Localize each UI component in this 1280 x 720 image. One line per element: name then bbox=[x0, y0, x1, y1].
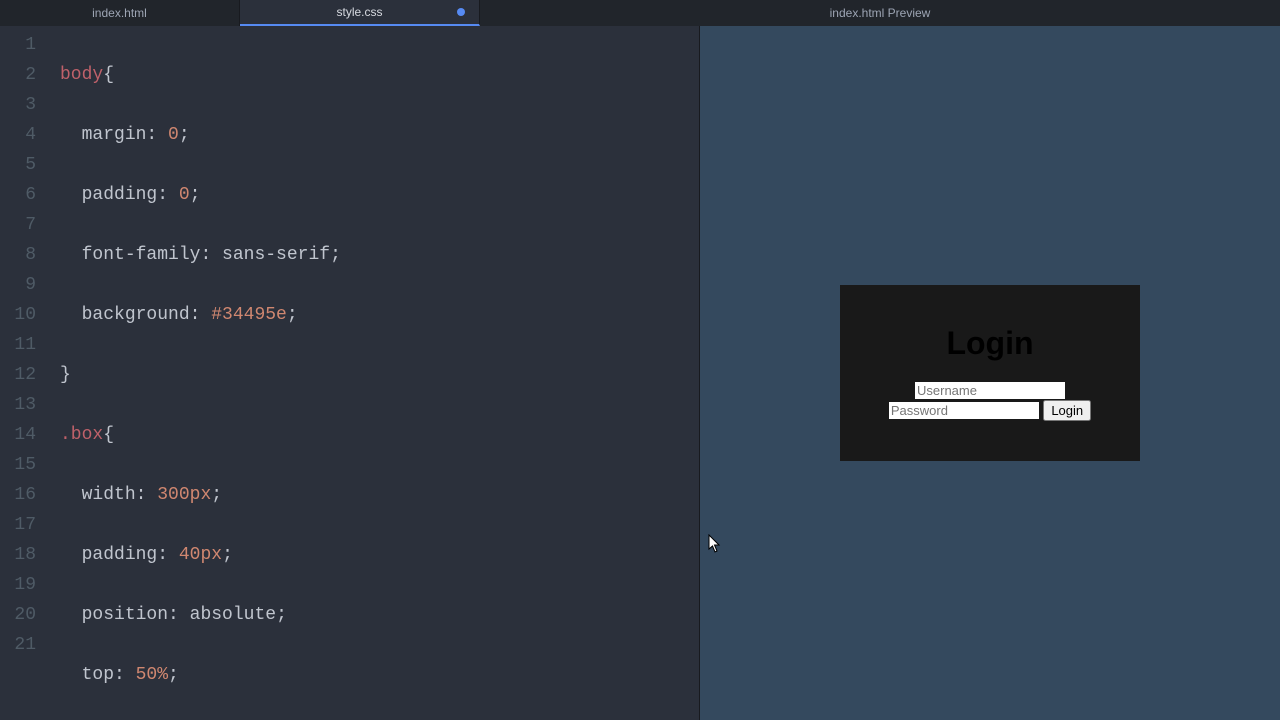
login-box: Login bbox=[840, 285, 1140, 461]
line-gutter: 1 2 3 4 5 6 7 8 9 10 11 12 13 14 15 16 1… bbox=[0, 26, 50, 720]
tab-bar: index.html style.css index.html Preview bbox=[0, 0, 1280, 26]
unsaved-dot-icon bbox=[457, 8, 465, 16]
line-number: 21 bbox=[0, 630, 50, 660]
preview-pane: Login bbox=[700, 26, 1280, 720]
tab-preview[interactable]: index.html Preview bbox=[480, 0, 1280, 26]
login-form bbox=[880, 382, 1100, 421]
line-number: 18 bbox=[0, 540, 50, 570]
line-number: 9 bbox=[0, 270, 50, 300]
line-number: 5 bbox=[0, 150, 50, 180]
tab-label: style.css bbox=[336, 5, 382, 19]
line-number: 3 bbox=[0, 90, 50, 120]
editor-pane: 1 2 3 4 5 6 7 8 9 10 11 12 13 14 15 16 1… bbox=[0, 26, 700, 720]
tab-label: index.html bbox=[92, 6, 147, 20]
line-number: 16 bbox=[0, 480, 50, 510]
line-number: 12 bbox=[0, 360, 50, 390]
line-number: 17 bbox=[0, 510, 50, 540]
username-input[interactable] bbox=[915, 382, 1065, 399]
line-number: 11 bbox=[0, 330, 50, 360]
line-number: 8 bbox=[0, 240, 50, 270]
line-number: 1 bbox=[0, 30, 50, 60]
line-number: 19 bbox=[0, 570, 50, 600]
tab-index-html[interactable]: index.html bbox=[0, 0, 240, 26]
line-number: 10 bbox=[0, 300, 50, 330]
line-number: 20 bbox=[0, 600, 50, 630]
login-submit-button[interactable] bbox=[1043, 400, 1091, 421]
tab-style-css[interactable]: style.css bbox=[240, 0, 480, 26]
line-number: 14 bbox=[0, 420, 50, 450]
line-number: 6 bbox=[0, 180, 50, 210]
mouse-cursor-icon bbox=[708, 534, 722, 554]
tab-label: index.html Preview bbox=[830, 6, 931, 20]
line-number: 7 bbox=[0, 210, 50, 240]
app-root: index.html style.css index.html Preview … bbox=[0, 0, 1280, 720]
password-input[interactable] bbox=[889, 402, 1039, 419]
line-number: 13 bbox=[0, 390, 50, 420]
line-number: 15 bbox=[0, 450, 50, 480]
workspace: 1 2 3 4 5 6 7 8 9 10 11 12 13 14 15 16 1… bbox=[0, 26, 1280, 720]
line-number: 2 bbox=[0, 60, 50, 90]
login-heading: Login bbox=[880, 325, 1100, 362]
code-area[interactable]: body{ margin: 0; padding: 0; font-family… bbox=[50, 26, 699, 720]
line-number: 4 bbox=[0, 120, 50, 150]
